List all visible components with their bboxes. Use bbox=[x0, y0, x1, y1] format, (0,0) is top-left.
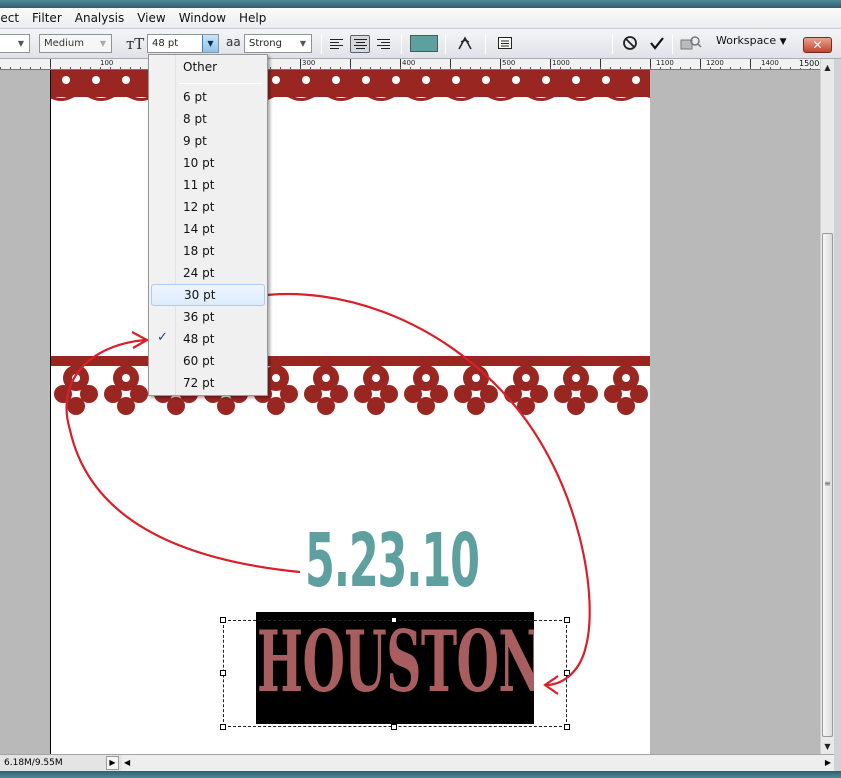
font-style-value: Medium bbox=[44, 38, 84, 49]
font-style-combo[interactable]: Medium ▼ bbox=[39, 34, 112, 53]
dropdown-item-size[interactable]: 72 pt bbox=[151, 372, 265, 394]
resize-handle[interactable] bbox=[564, 617, 570, 623]
resize-handle[interactable] bbox=[564, 670, 570, 676]
window-title-strip bbox=[0, 0, 841, 8]
bridge-icon[interactable] bbox=[680, 35, 702, 55]
horizontal-scrollbar[interactable]: ◀ ▶ bbox=[122, 755, 834, 771]
scroll-left-icon[interactable]: ◀ bbox=[124, 755, 130, 771]
scroll-up-icon[interactable]: ▲ bbox=[821, 61, 834, 73]
menu-select[interactable]: lect bbox=[0, 8, 26, 28]
menu-view[interactable]: View bbox=[131, 8, 172, 28]
close-icon: ✕ bbox=[812, 38, 823, 52]
ruler-label: 400 bbox=[401, 59, 417, 67]
separator bbox=[612, 34, 613, 54]
ruler-label: 100 bbox=[99, 59, 115, 67]
align-center-button[interactable] bbox=[350, 35, 370, 53]
ruler-label: 1000 bbox=[551, 59, 571, 67]
separator bbox=[672, 34, 673, 54]
dropdown-item-size[interactable]: 6 pt bbox=[151, 86, 265, 108]
doc-size-readout: 6.18M/9.55M bbox=[4, 758, 63, 768]
menu-filter[interactable]: Filter bbox=[26, 8, 69, 28]
ruler-label: 1200 bbox=[705, 59, 725, 67]
status-bar: 6.18M/9.55M ▶ ◀ ▶ bbox=[0, 754, 834, 771]
resize-handle[interactable] bbox=[564, 724, 570, 730]
antialias-value: Strong bbox=[249, 38, 282, 49]
text-color-swatch[interactable] bbox=[410, 35, 438, 52]
menu-bar: lect Filter Analysis View Window Help bbox=[0, 8, 841, 29]
resize-handle[interactable] bbox=[220, 617, 226, 623]
window-bottom-strip bbox=[0, 771, 841, 778]
font-size-combo[interactable]: 48 pt ▼ bbox=[147, 34, 219, 53]
horizontal-ruler: 0 100 200 300 400 500 1000 1100 1200 140… bbox=[0, 59, 820, 70]
separator bbox=[445, 34, 446, 54]
dropdown-item-size[interactable]: 12 pt bbox=[151, 196, 265, 218]
chevron-down-icon[interactable]: ▼ bbox=[95, 35, 111, 52]
vertical-scrollbar[interactable]: ▲ ≡ ▼ bbox=[820, 59, 834, 754]
top-lace-border bbox=[51, 70, 650, 101]
dropdown-separator bbox=[179, 83, 263, 84]
antialias-combo[interactable]: Strong ▼ bbox=[244, 34, 312, 53]
dropdown-item-size[interactable]: 11 pt bbox=[151, 174, 265, 196]
photoshop-window: { "menubar": { "items": ["lect", "Filter… bbox=[0, 0, 841, 778]
menu-analysis[interactable]: Analysis bbox=[69, 8, 131, 28]
dropdown-item-size[interactable]: 18 pt bbox=[151, 240, 265, 262]
resize-handle[interactable] bbox=[391, 724, 397, 730]
dropdown-item-size[interactable]: 24 pt bbox=[151, 262, 265, 284]
grip-icon: ≡ bbox=[824, 479, 831, 488]
separator bbox=[485, 34, 486, 54]
panel-edge bbox=[834, 59, 841, 778]
commit-edit-icon[interactable] bbox=[649, 35, 665, 55]
character-panel-icon[interactable] bbox=[497, 35, 513, 55]
font-size-icon: ᴛT bbox=[126, 35, 145, 53]
ruler-label: 1400 bbox=[760, 59, 780, 67]
dropdown-item-other[interactable]: Other bbox=[151, 56, 265, 78]
workspace-label: Workspace bbox=[716, 34, 777, 47]
ruler-end-label: 1500 bbox=[799, 59, 820, 68]
resize-handle[interactable] bbox=[220, 724, 226, 730]
dropdown-item-size-selected[interactable]: 48 pt bbox=[151, 328, 265, 350]
dropdown-item-size[interactable]: 10 pt bbox=[151, 152, 265, 174]
ruler-label: 0 bbox=[0, 59, 2, 67]
dropdown-item-size-hovered[interactable]: 30 pt bbox=[151, 284, 265, 306]
chevron-down-icon[interactable]: ▼ bbox=[202, 35, 218, 52]
dropdown-item-size[interactable]: 14 pt bbox=[151, 218, 265, 240]
chevron-down-icon[interactable]: ▼ bbox=[295, 35, 311, 52]
dropdown-item-size[interactable]: 9 pt bbox=[151, 130, 265, 152]
checkmark-icon: ✓ bbox=[157, 330, 168, 345]
separator bbox=[321, 34, 322, 54]
resize-handle[interactable] bbox=[391, 617, 397, 623]
text-bounding-box[interactable] bbox=[220, 617, 570, 730]
warp-text-icon[interactable] bbox=[457, 35, 473, 55]
ruler-label: 1100 bbox=[655, 59, 675, 67]
dropdown-item-size[interactable]: 60 pt bbox=[151, 350, 265, 372]
menu-help[interactable]: Help bbox=[233, 8, 273, 28]
ruler-label: 500 bbox=[501, 59, 517, 67]
separator bbox=[401, 34, 402, 54]
triangle-down-icon: ▼ bbox=[779, 37, 787, 47]
date-text-layer[interactable]: 5.23.10 bbox=[305, 524, 480, 598]
middle-lace-border bbox=[51, 356, 650, 415]
chevron-down-icon[interactable]: ▼ bbox=[13, 35, 29, 52]
font-size-value: 48 pt bbox=[152, 38, 179, 49]
dropdown-item-size[interactable]: 8 pt bbox=[151, 108, 265, 130]
resize-handle[interactable] bbox=[220, 670, 226, 676]
cancel-edit-icon[interactable] bbox=[622, 35, 638, 55]
ruler-label: 300 bbox=[301, 59, 317, 67]
workspace-button[interactable]: Workspace ▼ bbox=[716, 34, 787, 47]
align-left-button[interactable] bbox=[327, 35, 347, 53]
antialias-icon: aa bbox=[226, 35, 241, 49]
menu-window[interactable]: Window bbox=[173, 8, 233, 28]
status-menu-icon[interactable]: ▶ bbox=[106, 756, 119, 770]
close-button[interactable]: ✕ bbox=[803, 37, 832, 53]
dropdown-item-size[interactable]: 36 pt bbox=[151, 306, 265, 328]
font-family-combo-partial[interactable]: ▼ bbox=[0, 34, 30, 53]
scroll-right-icon[interactable]: ▶ bbox=[825, 755, 831, 771]
font-size-dropdown: Other 6 pt 8 pt 9 pt 10 pt 11 pt 12 pt 1… bbox=[148, 54, 268, 396]
scroll-down-icon[interactable]: ▼ bbox=[821, 740, 834, 752]
align-right-button[interactable] bbox=[373, 35, 393, 53]
